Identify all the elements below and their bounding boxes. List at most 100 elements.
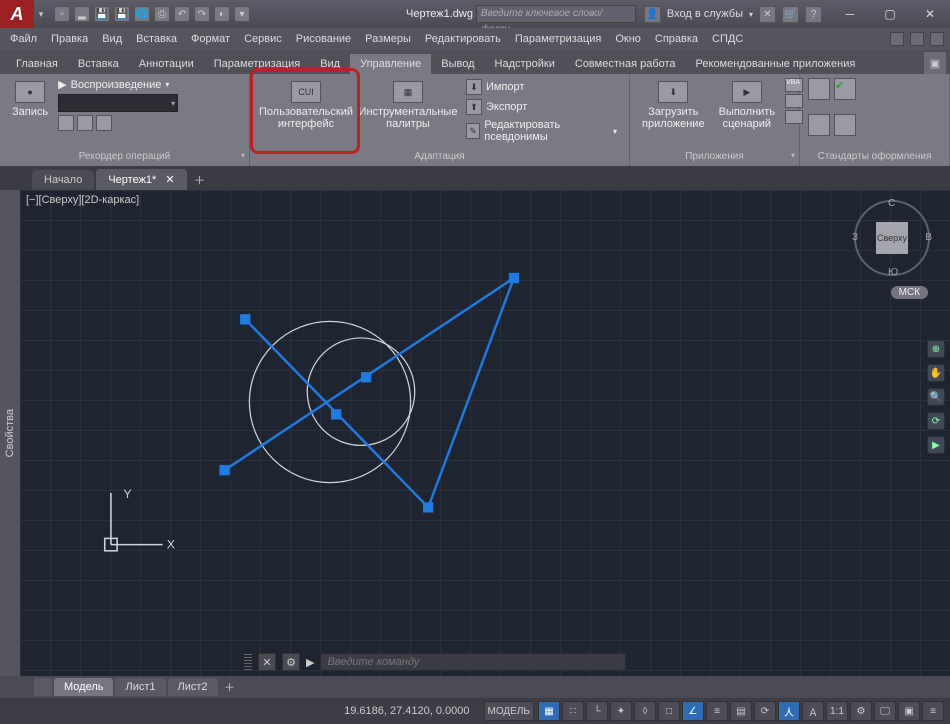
qat-web-icon[interactable]: 🌐 (134, 6, 150, 22)
status-annoscale-icon[interactable]: Ａ (802, 701, 824, 721)
ribtab-param[interactable]: Параметризация (204, 54, 310, 74)
status-cycle-icon[interactable]: ⟳ (754, 701, 776, 721)
tab-start[interactable]: Начало (32, 170, 94, 190)
menu-dim[interactable]: Размеры (359, 31, 417, 47)
layout-sheet1[interactable]: Лист1 (115, 678, 165, 696)
run-script-button[interactable]: ▶ Выполнить сценарий (715, 78, 779, 133)
exchange-icon[interactable]: ✕ (759, 6, 776, 23)
status-ortho-icon[interactable]: └ (586, 701, 608, 721)
close-button[interactable]: ✕ (910, 1, 950, 27)
viewport[interactable]: [−][Сверху][2D-каркас] Сверху С Ю В З МС… (20, 190, 950, 676)
minimize-button[interactable]: ─ (830, 1, 870, 27)
import-button[interactable]: ⬇Импорт (462, 78, 621, 96)
ribtab-output[interactable]: Вывод (431, 54, 484, 74)
status-scale[interactable]: 1:1 (826, 701, 848, 721)
qat-shade-icon[interactable]: ◐ (214, 6, 230, 22)
status-trans-icon[interactable]: ▤ (730, 701, 752, 721)
edit-aliases-button[interactable]: ✎Редактировать псевдонимы ▾ (462, 118, 621, 144)
qat-saveas-icon[interactable]: 💾 (114, 6, 130, 22)
status-model-toggle[interactable]: МОДЕЛЬ (484, 701, 534, 721)
std-layer-icon[interactable] (808, 114, 830, 136)
ribtab-home[interactable]: Главная (6, 54, 68, 74)
status-max-icon[interactable]: ▣ (898, 701, 920, 721)
app-menu-drop[interactable]: ▾ (34, 9, 48, 20)
status-dynucs-icon[interactable]: 人 (778, 701, 800, 721)
status-osnap-icon[interactable]: □ (658, 701, 680, 721)
ribtab-annot[interactable]: Аннотации (129, 54, 204, 74)
cmd-options-icon[interactable]: ⚙ (282, 653, 300, 671)
rec-opt1-icon[interactable] (58, 115, 74, 131)
qat-new-icon[interactable]: ▫ (54, 6, 70, 22)
command-input[interactable] (320, 653, 626, 671)
menu-help[interactable]: Справка (649, 31, 704, 47)
signin-label[interactable]: Вход в службы (667, 8, 743, 20)
export-button[interactable]: ⬆Экспорт (462, 98, 621, 116)
menu-edit[interactable]: Правка (45, 31, 94, 47)
menu-file[interactable]: Файл (4, 31, 43, 47)
qat-open-icon[interactable]: ▂ (74, 6, 90, 22)
status-gear-icon[interactable]: ⚙ (850, 701, 872, 721)
menu-insert[interactable]: Вставка (130, 31, 183, 47)
std-config-icon[interactable] (808, 78, 830, 100)
status-grid-icon[interactable]: ▦ (538, 701, 560, 721)
recording-combo[interactable]: ▾ (58, 94, 178, 112)
rec-opt3-icon[interactable] (96, 115, 112, 131)
menu-modify[interactable]: Редактировать (419, 31, 507, 47)
layout-add-button[interactable]: ＋ (220, 678, 240, 696)
ribtab-insert[interactable]: Вставка (68, 54, 129, 74)
menu-service[interactable]: Сервис (238, 31, 288, 47)
cui-button[interactable]: CUI Пользовательский интерфейс (258, 78, 354, 133)
play-icon: ▶ (58, 78, 66, 91)
status-otrack-icon[interactable]: ∠ (682, 701, 704, 721)
new-tab-button[interactable]: ＋ (189, 170, 211, 190)
rec-opt2-icon[interactable] (77, 115, 93, 131)
menu-format[interactable]: Формат (185, 31, 236, 47)
tab-close-icon[interactable]: ✕ (165, 174, 174, 186)
std-sync-icon[interactable] (834, 114, 856, 136)
properties-panel-collapsed[interactable]: Свойства (0, 190, 20, 676)
cart-icon[interactable]: 🛒 (782, 6, 799, 23)
layout-sheet2[interactable]: Лист2 (168, 678, 218, 696)
signin-icon[interactable]: 👤 (644, 6, 661, 23)
tab-drawing1[interactable]: Чертеж1* ✕ (96, 169, 186, 190)
ribtab-collab[interactable]: Совместная работа (565, 54, 686, 74)
qat-save-icon[interactable]: 💾 (94, 6, 110, 22)
doc-min-button[interactable] (890, 32, 904, 46)
status-snap-icon[interactable]: ∷ (562, 701, 584, 721)
layout-model[interactable]: Модель (54, 678, 113, 696)
std-check-icon[interactable]: ✔ (834, 78, 856, 100)
status-polar-icon[interactable]: ✦ (610, 701, 632, 721)
ribtab-addins[interactable]: Надстройки (485, 54, 565, 74)
ribbon-collapse-button[interactable]: ▣ (924, 52, 946, 74)
ribtab-view[interactable]: Вид (310, 54, 350, 74)
app-logo[interactable]: A (0, 0, 34, 28)
cmd-grip[interactable] (244, 654, 252, 670)
layout-handle[interactable] (34, 678, 52, 696)
menu-param[interactable]: Параметризация (509, 31, 607, 47)
menu-view[interactable]: Вид (96, 31, 128, 47)
search-input[interactable]: Введите ключевое слово/фразу (476, 5, 636, 23)
status-iso-icon[interactable]: ◊ (634, 701, 656, 721)
menu-draw[interactable]: Рисование (290, 31, 357, 47)
qat-redo-icon[interactable]: ↷ (194, 6, 210, 22)
menu-spds[interactable]: СПДС (706, 31, 749, 47)
record-button[interactable]: ● Запись (8, 78, 52, 121)
cmd-close-icon[interactable]: ✕ (258, 653, 276, 671)
tool-palettes-button[interactable]: ▦ Инструментальные палитры (360, 78, 456, 133)
qat-undo-icon[interactable]: ↶ (174, 6, 190, 22)
signin-drop[interactable]: ▾ (749, 10, 753, 19)
help-icon[interactable]: ? (805, 6, 822, 23)
qat-plot-icon[interactable]: ⎙ (154, 6, 170, 22)
maximize-button[interactable]: ▢ (870, 1, 910, 27)
load-app-button[interactable]: ⬇ Загрузить приложение (638, 78, 709, 133)
ribtab-manage[interactable]: Управление (350, 54, 431, 74)
menu-window[interactable]: Окно (609, 31, 647, 47)
ribtab-featured[interactable]: Рекомендованные приложения (686, 54, 866, 74)
status-monitor-icon[interactable]: 🖵 (874, 701, 896, 721)
qat-drop-icon[interactable]: ▾ (234, 6, 250, 22)
doc-close-button[interactable] (930, 32, 944, 46)
play-button[interactable]: ▶ Воспроизведение ▾ (58, 78, 178, 91)
doc-restore-button[interactable] (910, 32, 924, 46)
status-lwt-icon[interactable]: ≡ (706, 701, 728, 721)
status-custom-icon[interactable]: ≡ (922, 701, 944, 721)
